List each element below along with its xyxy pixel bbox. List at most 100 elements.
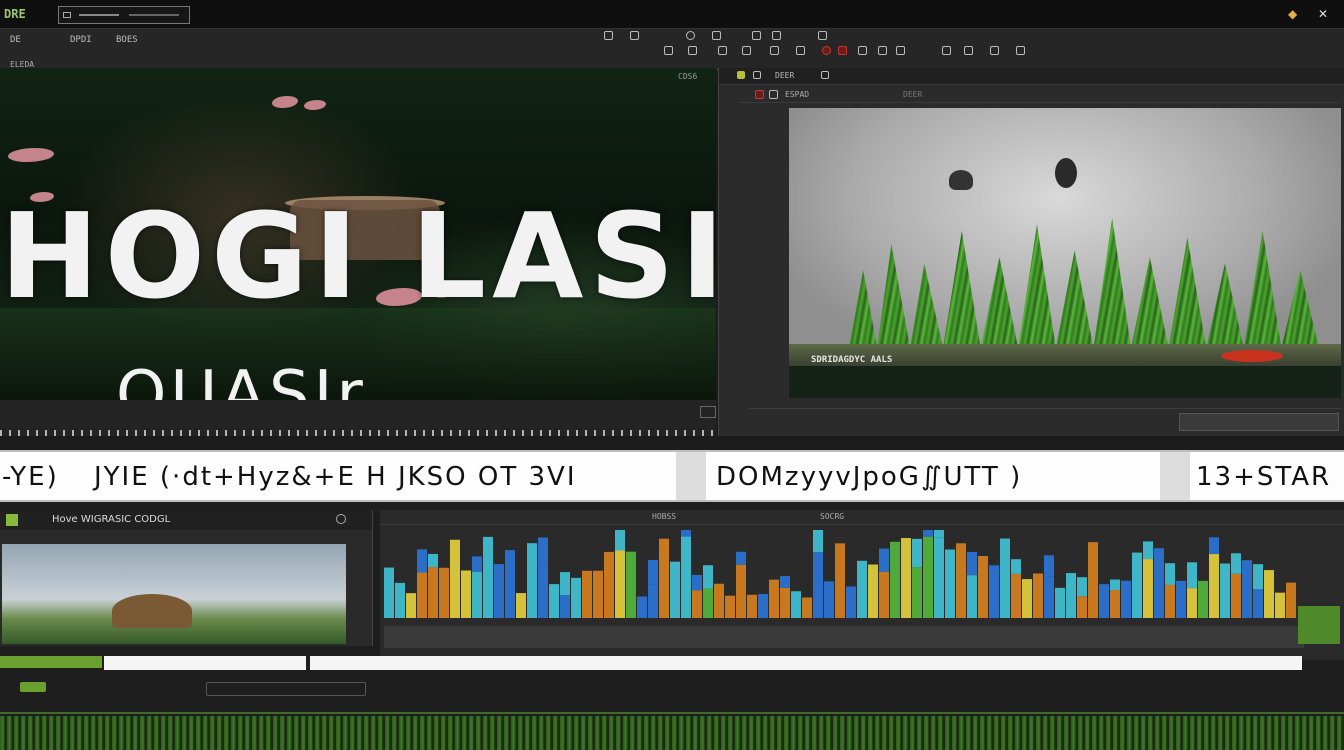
timeline-area: Hove WIGRASIC CODGL HOBSS SOCRG bbox=[0, 502, 1344, 750]
toolbar-icon[interactable] bbox=[1016, 46, 1025, 55]
waveform-bar bbox=[395, 582, 405, 618]
waveform-bar bbox=[725, 595, 735, 618]
waveform-bar bbox=[1143, 559, 1153, 618]
toolbar-icon[interactable] bbox=[630, 31, 639, 40]
time-ruler[interactable] bbox=[0, 400, 736, 436]
audio-waveform-bars[interactable] bbox=[384, 530, 1304, 660]
waveform-bar bbox=[967, 575, 977, 618]
waveform-bar bbox=[516, 593, 526, 618]
waveform-bar-cap bbox=[428, 553, 438, 568]
waveform-bar bbox=[692, 590, 702, 618]
menu-item-1[interactable]: DE bbox=[10, 34, 21, 46]
waveform-bar-cap bbox=[923, 530, 933, 537]
toolbar-icon[interactable] bbox=[964, 46, 973, 55]
stop-icon[interactable] bbox=[838, 46, 847, 55]
waveform-bar bbox=[824, 581, 834, 618]
toolbar-icon[interactable] bbox=[942, 46, 951, 55]
toolbar-icon[interactable] bbox=[752, 31, 761, 40]
record-icon[interactable] bbox=[822, 46, 831, 55]
waveform-bar bbox=[1264, 570, 1274, 618]
waveform-bar bbox=[703, 588, 713, 618]
waveform-bar-cap bbox=[1253, 564, 1263, 590]
toolbar-icon[interactable] bbox=[772, 31, 781, 40]
waveform-bar bbox=[1099, 584, 1109, 618]
clip-panel-header: Hove WIGRASIC CODGL bbox=[0, 510, 372, 530]
toolbar-icon[interactable] bbox=[770, 46, 779, 55]
toolbar-icon[interactable] bbox=[796, 46, 805, 55]
waveform-bar bbox=[835, 543, 845, 618]
waveform-bar-cap bbox=[1231, 553, 1241, 574]
toolbar-icon[interactable] bbox=[878, 46, 887, 55]
caption-divider bbox=[676, 452, 706, 500]
close-icon[interactable]: ✕ bbox=[1318, 7, 1332, 21]
timeline-panel[interactable]: HOBSS SOCRG bbox=[380, 510, 1344, 660]
toolbar-icon[interactable] bbox=[896, 46, 905, 55]
waveform-bar bbox=[1044, 576, 1054, 618]
track-bar-main[interactable] bbox=[310, 656, 1302, 670]
source-viewer[interactable]: CDS6 HOGI LASIO QUASIr bbox=[0, 68, 716, 400]
tab-program[interactable]: DEER bbox=[775, 71, 794, 80]
title-bar: DRE ◆ ✕ bbox=[0, 0, 1344, 29]
toolbar-icon[interactable] bbox=[858, 46, 867, 55]
toolbar-icon[interactable] bbox=[688, 46, 697, 55]
waveform-bar bbox=[934, 537, 944, 618]
track-clip-green[interactable] bbox=[0, 656, 102, 668]
waveform-bar bbox=[593, 570, 603, 618]
waveform-bar bbox=[505, 550, 515, 618]
toolbar-icon[interactable] bbox=[742, 46, 751, 55]
waveform-bar-cap bbox=[538, 537, 548, 561]
waveform-bar-cap bbox=[560, 572, 570, 596]
waveform-bar bbox=[1121, 580, 1131, 618]
waveform-bar bbox=[978, 556, 988, 618]
menu-item-2[interactable]: DPDI bbox=[70, 34, 92, 46]
panel-icon[interactable] bbox=[821, 71, 829, 79]
scene-tree bbox=[112, 594, 192, 628]
waveform-bar-cap bbox=[813, 530, 823, 553]
ruler-ticks bbox=[0, 430, 736, 436]
clip-thumbnail-icon[interactable] bbox=[6, 514, 18, 526]
clip-preview-image[interactable] bbox=[2, 544, 346, 644]
folder-icon bbox=[63, 12, 71, 18]
program-viewer[interactable]: SDRIDAGDYC AALS bbox=[789, 108, 1341, 398]
waveform-bar bbox=[747, 594, 757, 618]
toolbar-icon[interactable] bbox=[664, 46, 673, 55]
waveform-bar bbox=[1033, 573, 1043, 618]
ruler-handle[interactable] bbox=[700, 406, 716, 418]
panel-icon[interactable] bbox=[753, 71, 761, 79]
audio-track-waveform[interactable] bbox=[0, 716, 1344, 750]
record-icon[interactable] bbox=[755, 90, 764, 99]
waveform-bar bbox=[1253, 589, 1263, 618]
waveform-bar-cap bbox=[780, 576, 790, 588]
panel-icon[interactable] bbox=[769, 90, 778, 99]
waveform-bar-cap bbox=[1209, 537, 1219, 555]
caption-divider bbox=[1160, 452, 1190, 500]
panel-icon[interactable] bbox=[737, 71, 745, 79]
project-selector[interactable] bbox=[58, 6, 190, 24]
timecode-field[interactable] bbox=[1179, 413, 1339, 431]
clip-preview-panel: Hove WIGRASIC CODGL bbox=[0, 510, 373, 646]
menu-item-3[interactable]: BOES bbox=[116, 34, 138, 46]
toolbar-icon[interactable] bbox=[604, 31, 613, 40]
toolbar-icon[interactable] bbox=[990, 46, 999, 55]
toolbar-icon[interactable] bbox=[718, 46, 727, 55]
bell-icon[interactable]: ◆ bbox=[1288, 7, 1302, 21]
track-clip[interactable] bbox=[206, 682, 366, 696]
waveform-bar bbox=[758, 594, 768, 618]
sequence-secondary-label: DEER bbox=[903, 90, 923, 99]
waveform-bar-cap bbox=[1187, 562, 1197, 589]
toolbar-icon[interactable] bbox=[712, 31, 721, 40]
toolbar-icon[interactable] bbox=[686, 31, 695, 40]
waveform-bar bbox=[1231, 573, 1241, 618]
track-bar[interactable] bbox=[104, 656, 306, 670]
scene-petal bbox=[304, 100, 326, 110]
waveform-bar bbox=[890, 541, 900, 618]
track-clip[interactable] bbox=[20, 682, 46, 692]
settings-icon[interactable] bbox=[336, 514, 346, 524]
waveform-bar bbox=[538, 560, 548, 618]
timeline-marker-label: SOCRG bbox=[820, 512, 845, 521]
waveform-bar bbox=[956, 543, 966, 618]
waveform-bar bbox=[406, 593, 416, 618]
waveform-bar bbox=[791, 591, 801, 618]
toolbar-icon[interactable] bbox=[818, 31, 827, 40]
caption-strip: -YE) JYIE (·dt+Hyz&+E H JKSO OT 3VI DOMz… bbox=[0, 450, 1344, 502]
